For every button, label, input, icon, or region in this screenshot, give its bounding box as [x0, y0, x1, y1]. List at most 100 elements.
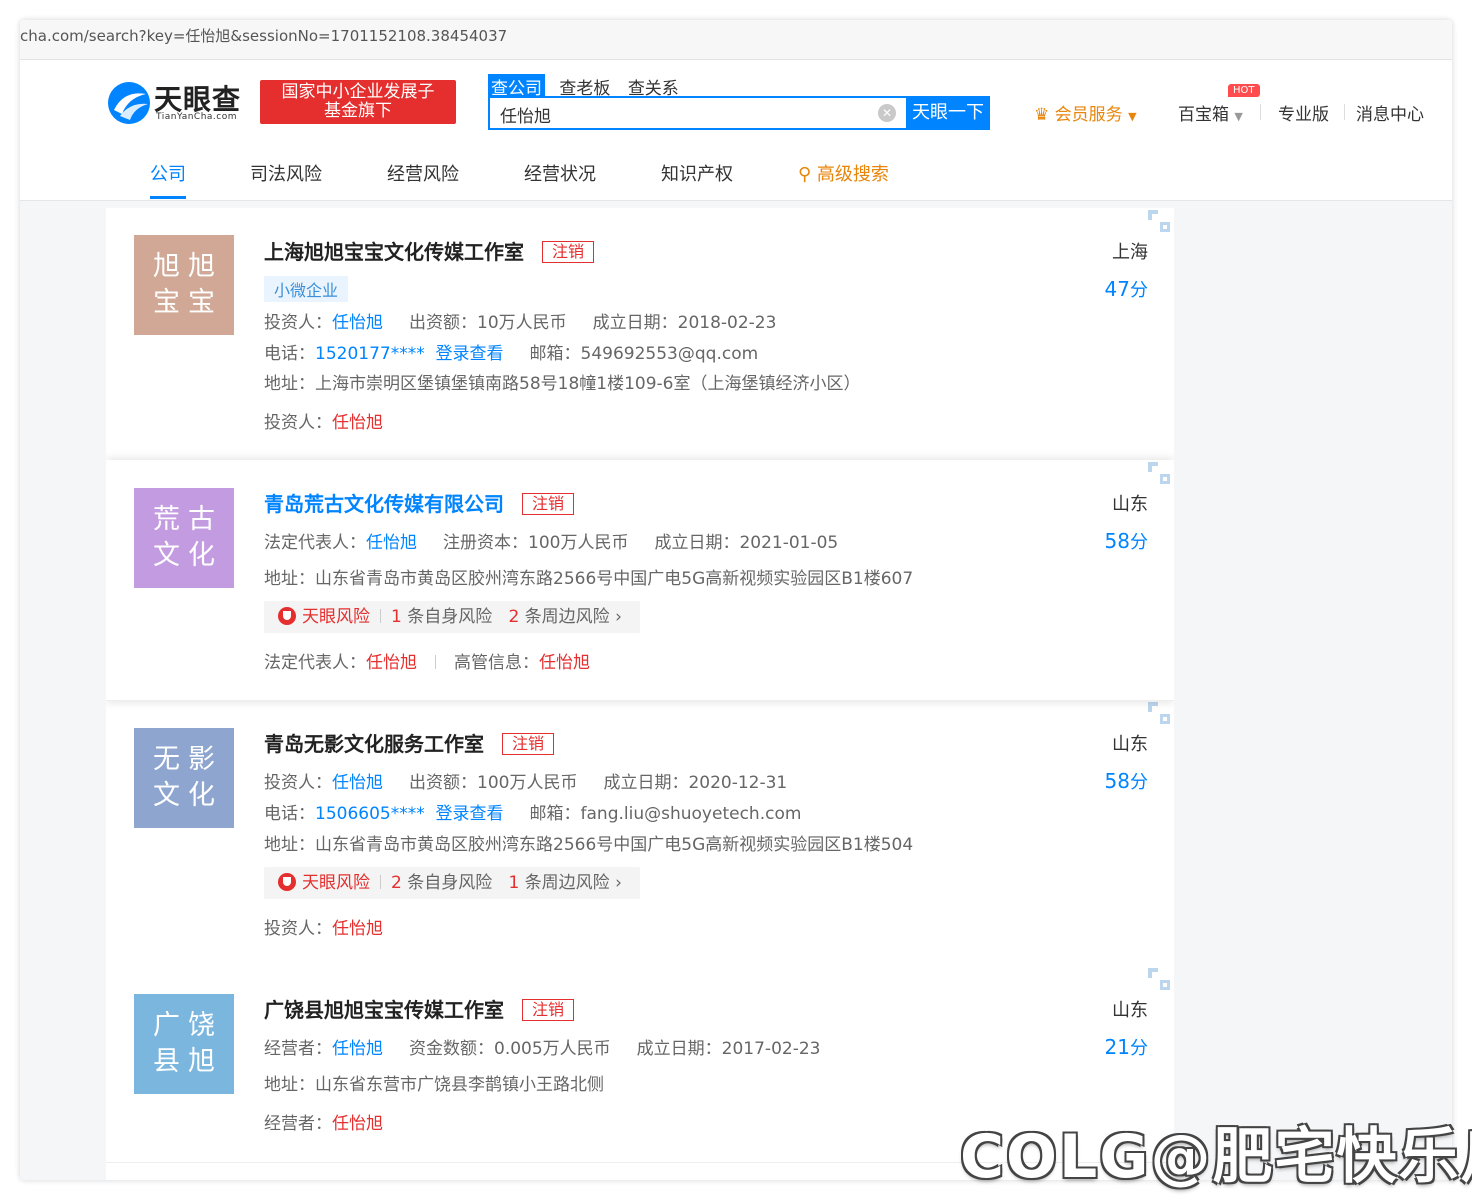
company-tag: 小微企业 — [264, 276, 349, 302]
baobao-menu[interactable]: 百宝箱 ▼ — [1178, 100, 1243, 125]
result-card[interactable]: 无影 文化 青岛无影文化服务工作室 注销 投资人：任怡旭 出资额：100万人民币 成立… — [106, 700, 1174, 967]
region-label: 山东 — [1112, 1000, 1148, 1021]
login-view-link[interactable]: 登录查看 — [436, 804, 504, 824]
phone-link[interactable]: 1520177**** — [315, 344, 425, 364]
tab-advanced-search[interactable]: ⚲ 高级搜索 — [798, 160, 889, 186]
tab-operation-status[interactable]: 经营状况 — [524, 160, 596, 186]
tab-ip[interactable]: 知识产权 — [661, 160, 733, 186]
active-tab-indicator — [150, 196, 186, 199]
score-value: 58分 — [1105, 528, 1148, 554]
matched-person-link[interactable]: 任怡旭 — [332, 919, 383, 939]
avatar-line1: 广饶 — [153, 1010, 223, 1041]
message-center-link[interactable]: 消息中心 — [1356, 100, 1424, 125]
company-name-text[interactable]: 青岛荒古文化传媒有限公司 — [264, 492, 504, 516]
avatar-line2: 县旭 — [153, 1046, 223, 1077]
self-risk-count: 2 — [391, 873, 402, 893]
address-value: 山东省青岛市黄岛区胶州湾东路2566号中国广电5G高新视频实验园区B1楼607 — [315, 569, 914, 589]
avatar-line2: 文化 — [153, 780, 223, 811]
site-header: 天眼查 TianYanCha.com 国家中小企业发展子 基金旗下 查公司 查老… — [20, 60, 1452, 147]
match-row: 经营者：任怡旭 — [264, 1109, 383, 1134]
search-icon: ⚲ — [798, 164, 812, 185]
score-number: 58 — [1104, 769, 1130, 793]
fund-badge-line2: 基金旗下 — [324, 101, 392, 121]
peripheral-risk-text: 条周边风险 — [524, 873, 610, 893]
field-label: 经营者： — [264, 1114, 332, 1134]
risk-label: 天眼风险 — [302, 873, 370, 893]
field-value: 2018-02-23 — [677, 313, 777, 333]
avatar-line1: 荒古 — [153, 504, 223, 535]
field-label: 成立日期： — [603, 773, 689, 793]
score-number: 21 — [1104, 1035, 1130, 1059]
nav-divider — [1260, 104, 1261, 120]
matched-person-link[interactable]: 任怡旭 — [332, 1114, 383, 1134]
peripheral-risk-text: 条周边风险 — [524, 607, 610, 627]
match-row: 法定代表人：任怡旭 高管信息：任怡旭 — [264, 648, 590, 673]
company-name[interactable]: 上海旭旭宝宝文化传媒工作室 注销 — [264, 236, 595, 265]
contact-row: 电话：1506605**** 登录查看 邮箱：fang.liu@shuoyetec… — [264, 799, 801, 824]
field-label: 地址： — [264, 569, 315, 589]
pro-edition-link[interactable]: 专业版 — [1278, 100, 1329, 125]
avatar-line2: 文化 — [153, 540, 223, 571]
hot-badge: HOT — [1228, 84, 1260, 97]
company-name[interactable]: 广饶县旭旭宝宝传媒工作室 注销 — [264, 994, 575, 1023]
field-label: 地址： — [264, 1075, 315, 1095]
qrcode-corner-icon[interactable] — [1146, 460, 1172, 486]
company-name-text[interactable]: 青岛无影文化服务工作室 — [264, 732, 484, 756]
risk-summary[interactable]: 天眼风险 1 条自身风险 2 条周边风险 › — [264, 601, 640, 633]
qrcode-corner-icon[interactable] — [1146, 208, 1172, 234]
address-bar[interactable]: cha.com/search?key=任怡旭&sessionNo=1701152… — [20, 20, 1452, 60]
self-risk-count: 1 — [391, 607, 402, 627]
phone-link[interactable]: 1506605**** — [315, 804, 425, 824]
qrcode-corner-icon[interactable] — [1146, 700, 1172, 726]
investor-link[interactable]: 任怡旭 — [332, 313, 383, 333]
score-unit: 分 — [1130, 772, 1148, 793]
company-name[interactable]: 青岛荒古文化传媒有限公司 注销 — [264, 488, 575, 517]
search-box: ✕ 天眼一下 — [488, 96, 990, 130]
chevron-right-icon: › — [615, 607, 622, 627]
result-card[interactable]: 荒古 文化 青岛荒古文化传媒有限公司 注销 法定代表人：任怡旭 注册资本：100万人… — [106, 460, 1174, 701]
investor-link[interactable]: 任怡旭 — [332, 773, 383, 793]
search-input[interactable] — [498, 100, 872, 128]
clear-icon[interactable]: ✕ — [878, 104, 896, 122]
tab-company[interactable]: 公司 — [150, 160, 186, 186]
company-avatar: 荒古 文化 — [134, 488, 234, 588]
search-button[interactable]: 天眼一下 — [906, 96, 990, 130]
operator-link[interactable]: 任怡旭 — [332, 1039, 383, 1059]
contact-row: 电话：1520177**** 登录查看 邮箱：549692553@qq.com — [264, 339, 758, 364]
tab-judicial-risk[interactable]: 司法风险 — [250, 160, 322, 186]
vip-service-link[interactable]: ♛ 会员服务 ▼ — [1034, 100, 1137, 125]
company-name-text[interactable]: 广饶县旭旭宝宝传媒工作室 — [264, 998, 504, 1022]
matched-person-link[interactable]: 任怡旭 — [366, 653, 417, 673]
tab-operation-risk[interactable]: 经营风险 — [387, 160, 459, 186]
score-number: 58 — [1104, 529, 1130, 553]
field-label: 电话： — [264, 344, 315, 364]
peripheral-risk-count: 1 — [508, 873, 520, 893]
caret-down-icon: ▼ — [1234, 110, 1243, 123]
company-name-text[interactable]: 上海旭旭宝宝文化传媒工作室 — [264, 240, 524, 264]
chevron-right-icon: › — [615, 873, 622, 893]
address-row: 地址：上海市崇明区堡镇堡镇南路58号18幢1楼109-6室（上海堡镇经济小区） — [264, 369, 860, 394]
field-value: 100万人民币 — [528, 533, 629, 553]
score-number: 47 — [1104, 277, 1130, 301]
company-name[interactable]: 青岛无影文化服务工作室 注销 — [264, 728, 555, 757]
risk-summary[interactable]: 天眼风险 2 条自身风险 1 条周边风险 › — [264, 867, 640, 899]
score-unit: 分 — [1130, 532, 1148, 553]
peripheral-risk-count: 2 — [508, 607, 520, 627]
shield-icon — [278, 873, 296, 891]
field-label: 投资人： — [264, 773, 332, 793]
company-avatar: 旭旭 宝宝 — [134, 235, 234, 335]
field-label: 成立日期： — [636, 1039, 722, 1059]
login-view-link[interactable]: 登录查看 — [436, 344, 504, 364]
info-row: 投资人：任怡旭 出资额：10万人民币 成立日期：2018-02-23 — [264, 308, 776, 333]
avatar-line1: 旭旭 — [153, 251, 223, 282]
url-text[interactable]: cha.com/search?key=任怡旭&sessionNo=1701152… — [20, 20, 507, 52]
field-label: 投资人： — [264, 413, 332, 433]
avatar-line1: 无影 — [153, 744, 223, 775]
site-logo[interactable]: 天眼查 TianYanCha.com — [106, 80, 256, 126]
result-card[interactable]: 旭旭 宝宝 上海旭旭宝宝文化传媒工作室 注销 小微企业 投资人：任怡旭 出资额：10… — [106, 208, 1174, 461]
matched-person-link[interactable]: 任怡旭 — [332, 413, 383, 433]
matched-person-link[interactable]: 任怡旭 — [539, 653, 590, 673]
qrcode-corner-icon[interactable] — [1146, 966, 1172, 992]
score-value: 58分 — [1105, 768, 1148, 794]
legal-rep-link[interactable]: 任怡旭 — [366, 533, 417, 553]
